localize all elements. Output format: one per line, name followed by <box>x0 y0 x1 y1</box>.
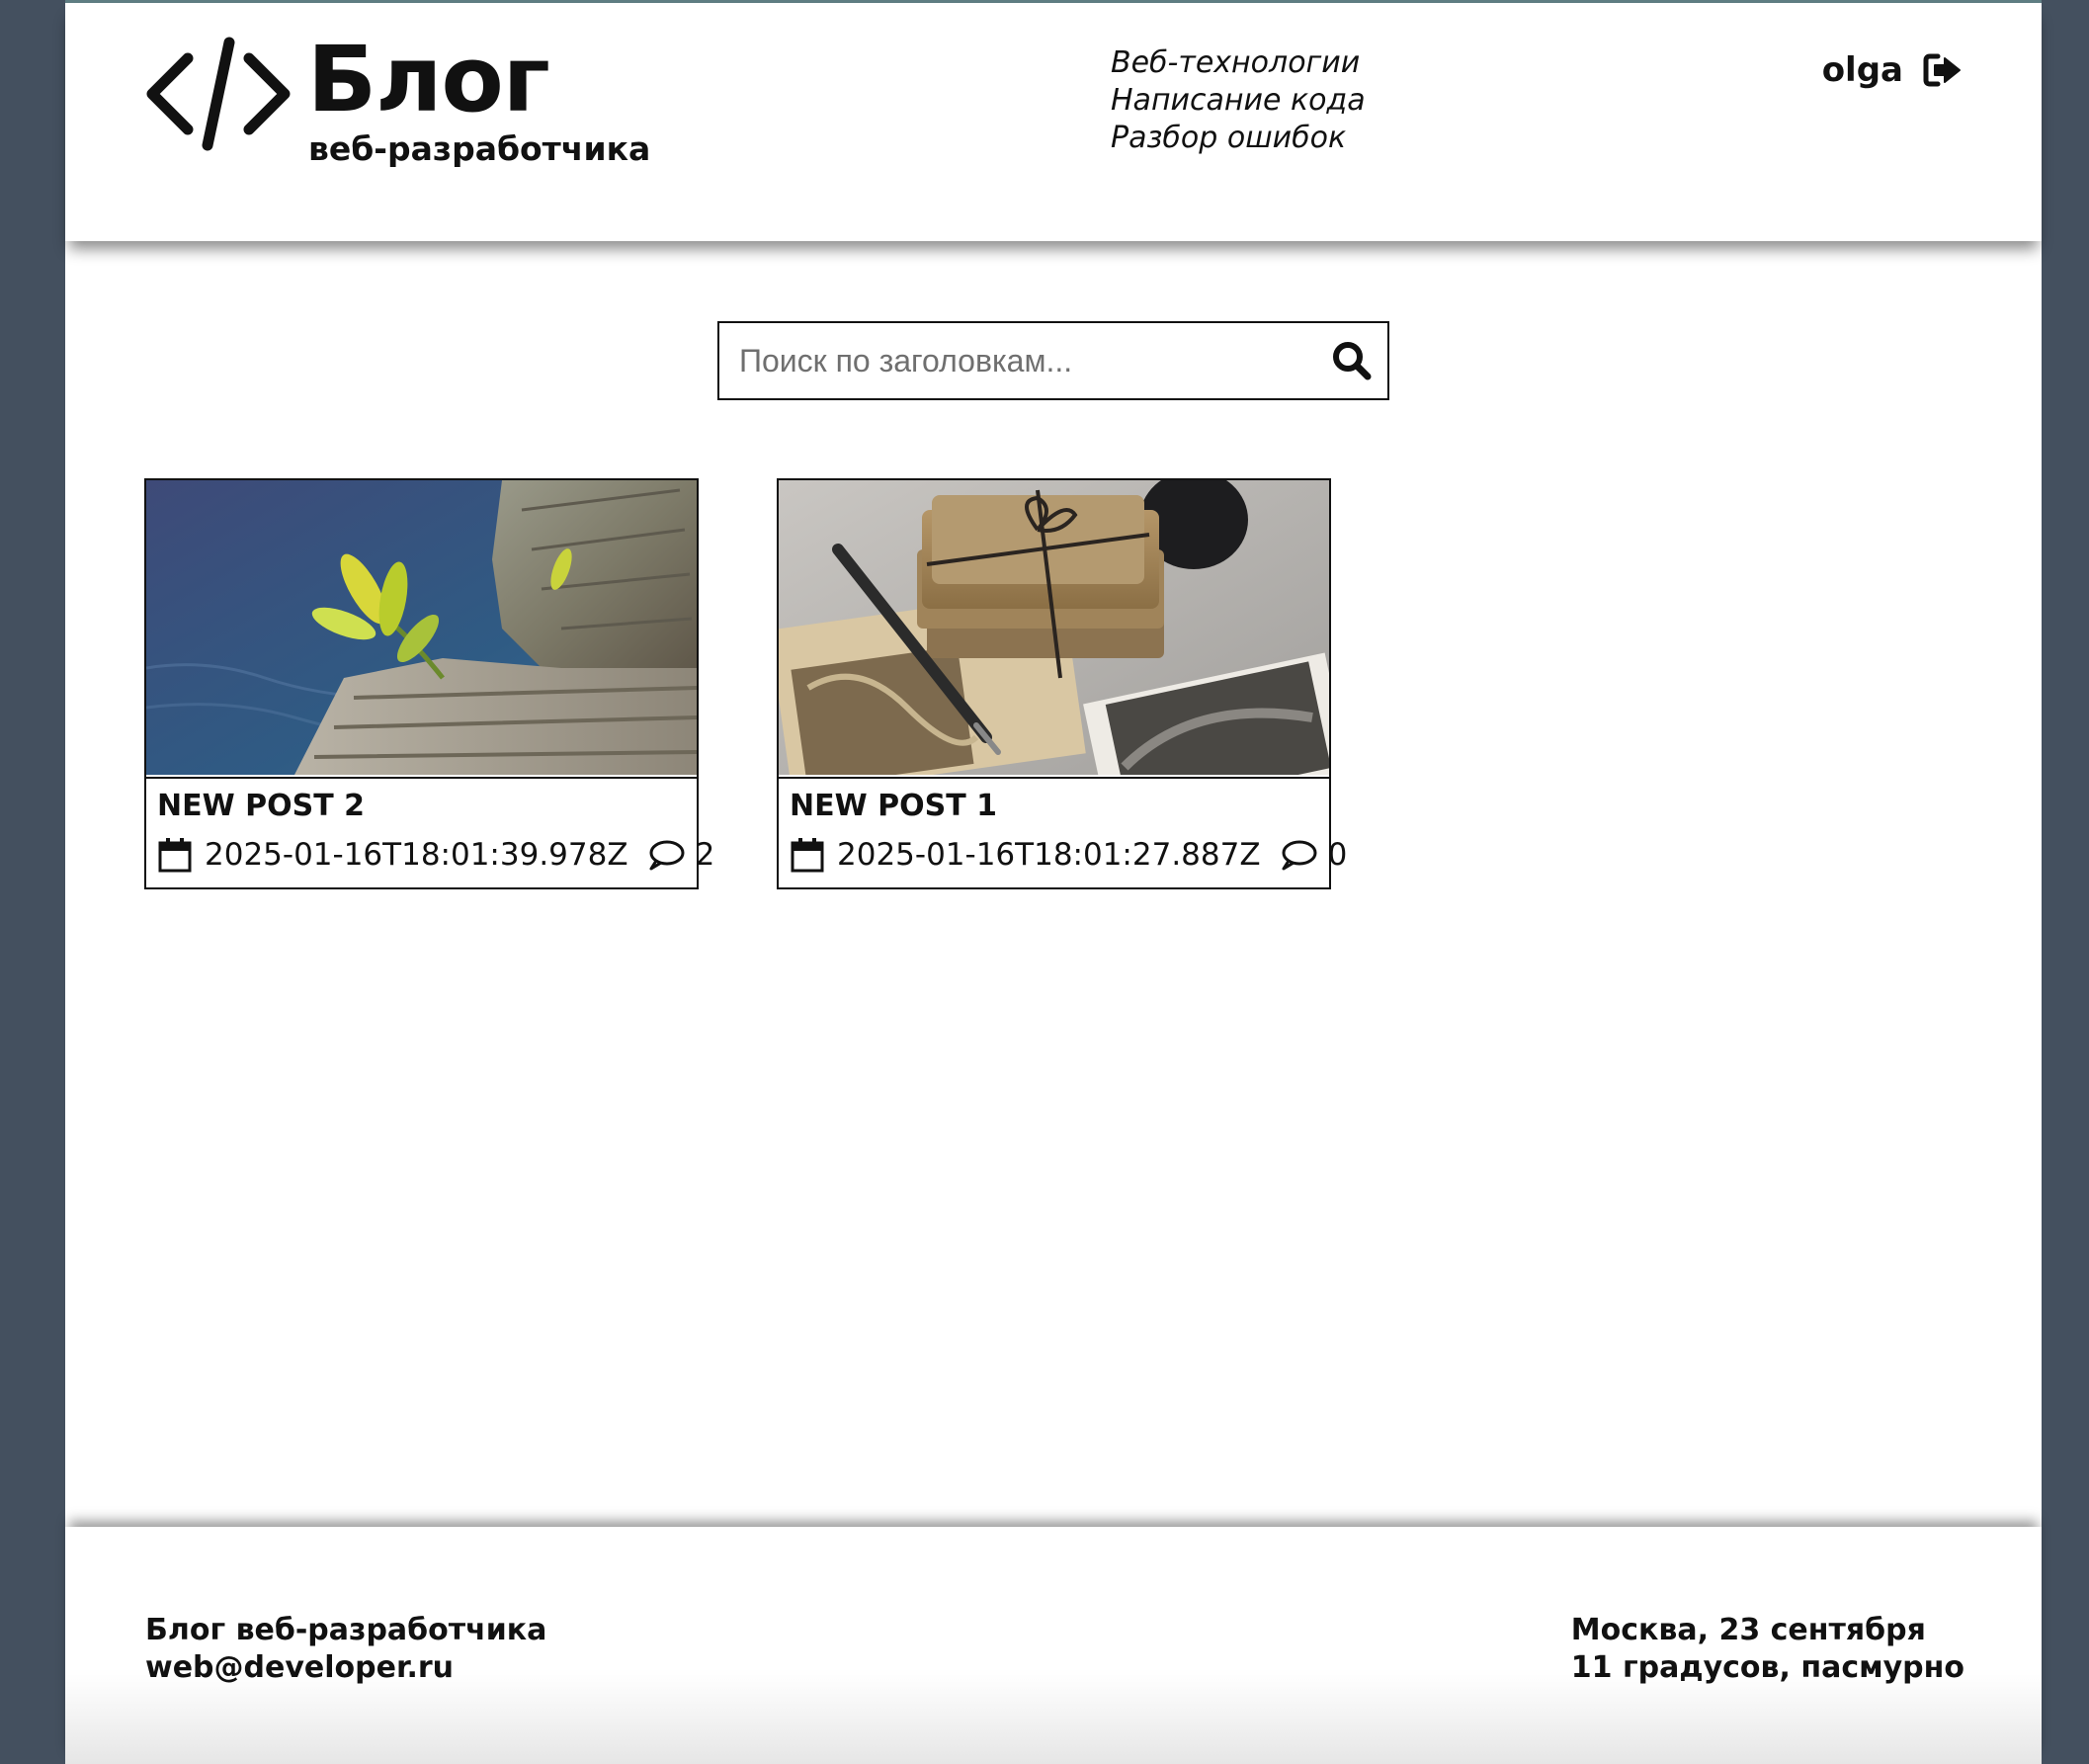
site-logo-link[interactable]: Блог веб-разработчика <box>144 27 757 171</box>
tagline-error-analysis: Разбор ошибок <box>1111 121 1347 155</box>
footer-weather: Москва, 23 сентября 11 градусов, пасмурн… <box>1571 1612 1964 1687</box>
post-meta: 2025-01-16T18:01:39.978Z 2 <box>157 836 714 874</box>
footer-weather-text: 11 градусов, пасмурно <box>1570 1650 1964 1685</box>
comment-icon <box>649 840 685 871</box>
post-meta: 2025-01-16T18:01:27.887Z 0 <box>790 836 1347 874</box>
search-input[interactable] <box>719 323 1330 398</box>
header-tagline-list: Веб-технологии Написание кода Разбор оши… <box>1111 44 1366 157</box>
post-date: 2025-01-16T18:01:39.978Z <box>205 837 628 873</box>
post-card[interactable]: NEW POST 2 2025-01-16T18:01:39.978Z 2 <box>144 478 714 889</box>
logo-title: Блог <box>307 27 550 132</box>
comment-count: 2 <box>695 837 715 873</box>
tagline-web-technologies: Веб-технологии <box>1111 45 1361 80</box>
site-header: Блог веб-разработчика Веб-технологии Нап… <box>65 3 2042 241</box>
footer-blog-name: Блог веб-разработчика <box>145 1613 547 1647</box>
page-container: Блог веб-разработчика Веб-технологии Нап… <box>65 0 2042 1764</box>
search-icon[interactable] <box>1330 339 1374 382</box>
post-title[interactable]: NEW POST 1 <box>790 789 997 824</box>
username: olga <box>1821 50 1903 90</box>
user-area: olga <box>1822 50 1964 90</box>
post-image[interactable] <box>146 480 697 779</box>
logo-subtitle: веб-разработчика <box>308 129 651 168</box>
calendar-icon <box>158 838 192 873</box>
post-card[interactable]: NEW POST 1 2025-01-16T18:01:27.887Z 0 <box>777 478 1347 889</box>
post-date: 2025-01-16T18:01:27.887Z <box>837 837 1261 873</box>
post-image[interactable] <box>779 480 1329 779</box>
code-logo-icon <box>146 37 291 151</box>
comment-count: 0 <box>1327 837 1348 873</box>
comment-icon <box>1282 840 1317 871</box>
footer-location-date: Москва, 23 сентября <box>1570 1613 1926 1647</box>
site-footer: Блог веб-разработчика web@developer.ru М… <box>65 1527 2042 1764</box>
footer-email: web@developer.ru <box>145 1650 455 1685</box>
calendar-icon <box>791 838 824 873</box>
post-title[interactable]: NEW POST 2 <box>157 789 365 824</box>
logout-icon[interactable] <box>1921 50 1964 90</box>
footer-contacts: Блог веб-разработчика web@developer.ru <box>145 1612 546 1687</box>
tagline-writing-code: Написание кода <box>1111 83 1366 118</box>
search-bar <box>717 321 1389 400</box>
